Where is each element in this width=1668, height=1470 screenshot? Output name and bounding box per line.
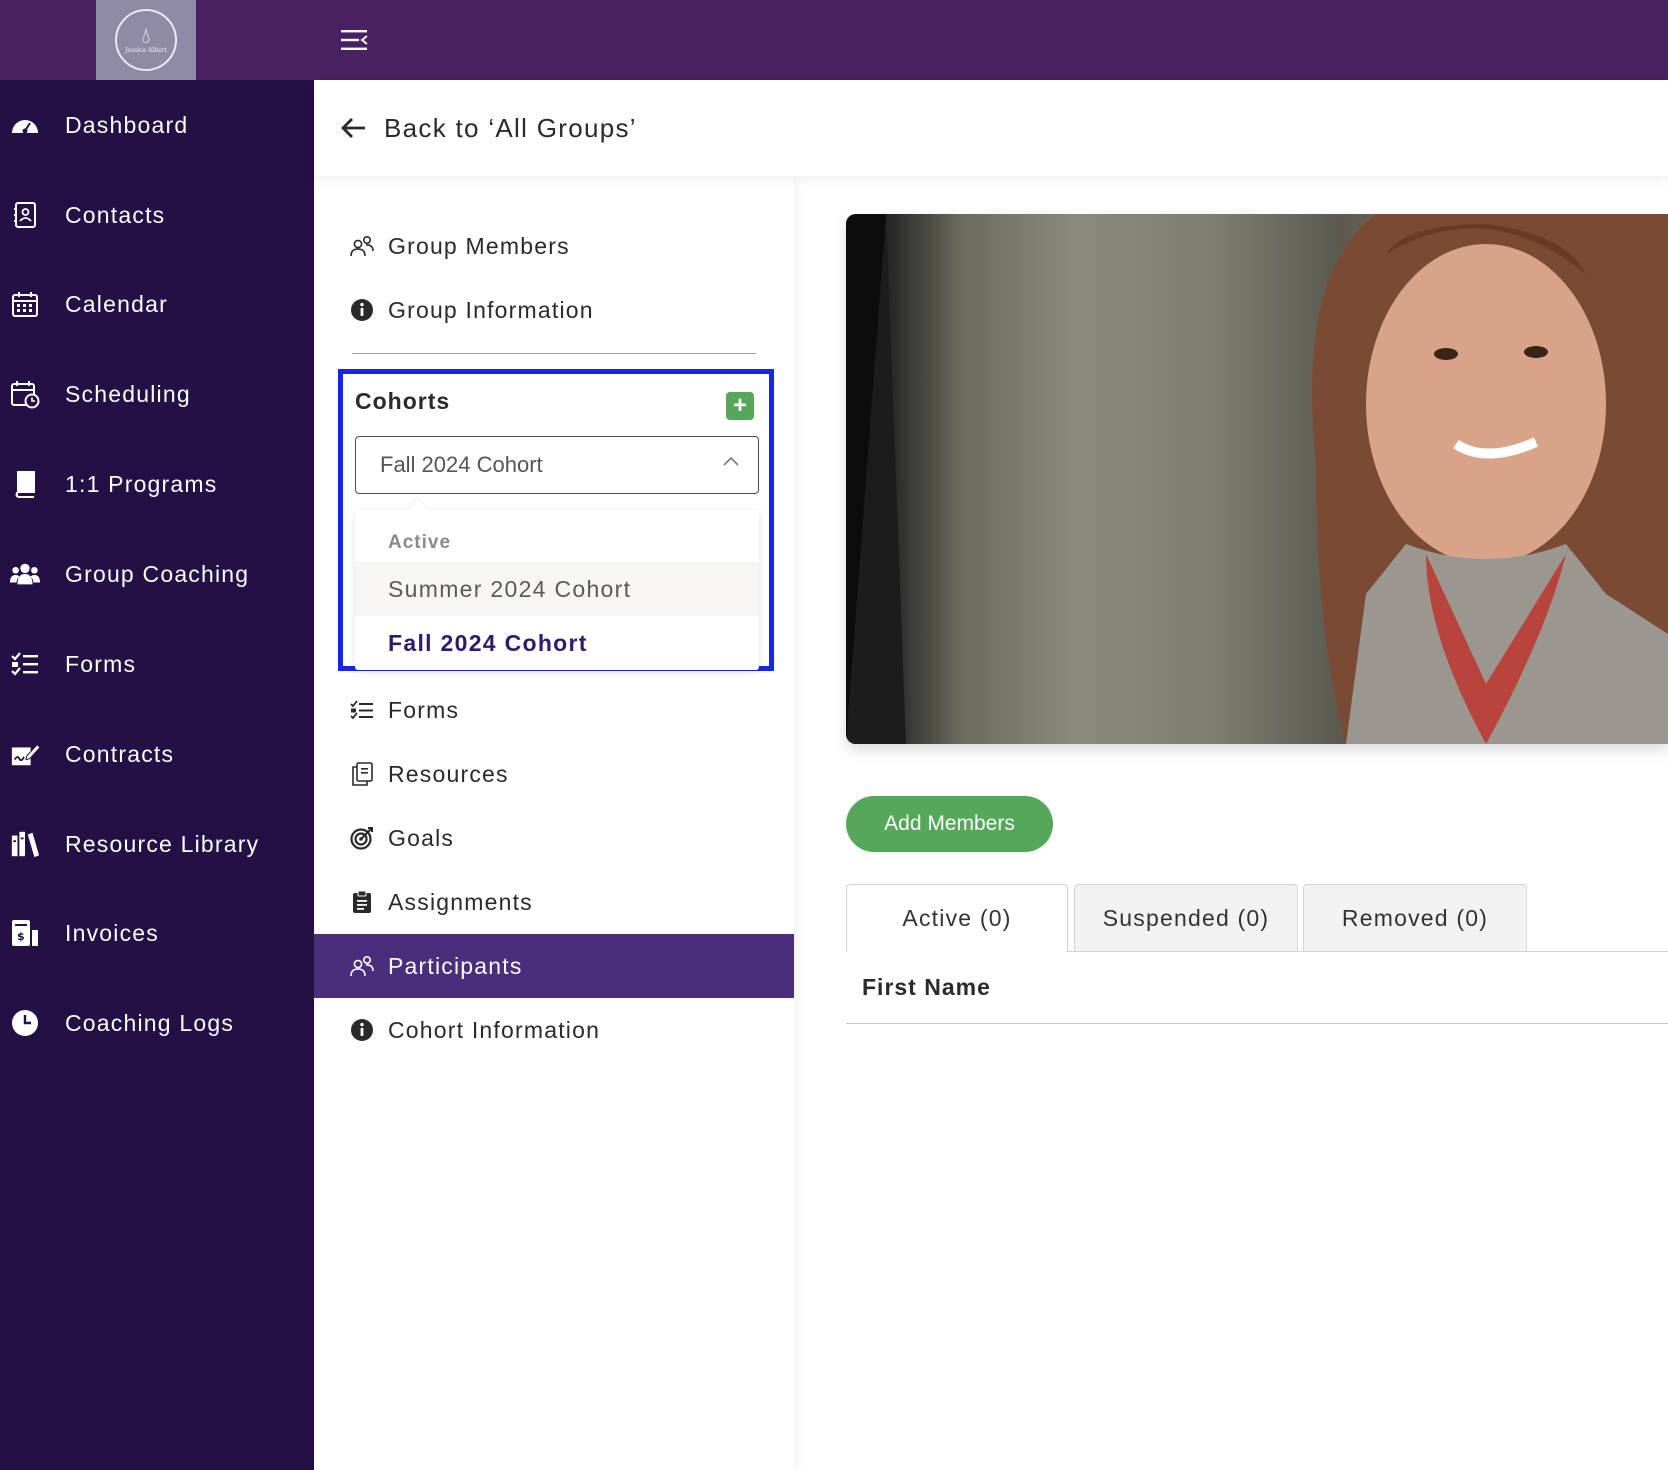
info-icon: [350, 1018, 374, 1042]
svg-text:$: $: [17, 930, 25, 943]
sidebar-item-label: Resource Library: [65, 830, 260, 857]
tab-suspended[interactable]: Suspended (0): [1074, 884, 1298, 952]
menu-item-goals[interactable]: Goals: [314, 806, 794, 870]
dashboard-icon: [10, 110, 40, 140]
cohorts-title: Cohorts: [355, 388, 451, 414]
option-label: Fall 2024 Cohort: [388, 629, 588, 656]
menu-item-label: Resources: [388, 760, 509, 787]
scheduling-icon: [10, 379, 40, 409]
brand-logo[interactable]: 💧︎ Jessica Albert: [96, 0, 196, 80]
tab-label: Suspended (0): [1102, 905, 1270, 931]
menu-collapse-button[interactable]: [338, 24, 370, 56]
forms-icon: [350, 698, 374, 722]
members-icon: [350, 954, 374, 978]
sidebar-item-calendar[interactable]: Calendar: [0, 274, 314, 334]
sidebar-item-label: Forms: [65, 650, 137, 677]
dropdown-group-label: Active: [388, 532, 452, 553]
contract-icon: [10, 739, 40, 769]
forms-icon: [10, 649, 40, 679]
sidebar-item-label: Group Coaching: [65, 560, 250, 587]
invoice-icon: $: [10, 918, 40, 948]
cohorts-section: Cohorts + Fall 2024 Cohort Active Summer…: [338, 369, 774, 671]
cohort-cover-image: [846, 214, 1668, 744]
sidebar-item-group-coaching[interactable]: Group Coaching: [0, 544, 314, 604]
target-icon: [350, 826, 374, 850]
menu-item-resources[interactable]: Resources: [314, 742, 794, 806]
sidebar-item-label: Dashboard: [65, 111, 189, 138]
clock-icon: [10, 1008, 40, 1038]
sidebar-item-label: Contracts: [65, 740, 175, 767]
sidebar-item-label: Scheduling: [65, 380, 191, 407]
sidebar-item-label: Calendar: [65, 290, 168, 317]
clipboard-icon: [350, 890, 374, 914]
back-to-groups-link[interactable]: Back to ‘All Groups’: [340, 104, 637, 152]
tab-removed[interactable]: Removed (0): [1303, 884, 1527, 952]
sidebar-item-label: Contacts: [65, 201, 166, 228]
library-icon: [10, 829, 40, 859]
sidebar-item-label: Invoices: [65, 919, 159, 946]
logo-text: Jessica Albert: [125, 47, 167, 54]
tab-label: Active (0): [902, 905, 1012, 931]
menu-item-label: Goals: [388, 824, 455, 851]
menu-item-label: Group Members: [388, 232, 570, 259]
sidebar-item-resource-library[interactable]: Resource Library: [0, 814, 314, 874]
plus-icon: +: [732, 392, 747, 419]
hamburger-icon: [341, 30, 368, 50]
cohort-dropdown-menu: Active Summer 2024 Cohort Fall 2024 Coho…: [355, 499, 759, 670]
calendar-icon: [10, 289, 40, 319]
dropdown-caret: [408, 499, 428, 519]
column-header-first-name[interactable]: First Name: [862, 974, 991, 1001]
sidebar-item-dashboard[interactable]: Dashboard: [0, 95, 314, 155]
menu-item-cohort-information[interactable]: Cohort Information: [314, 998, 794, 1062]
chevron-up-icon: [723, 456, 739, 466]
sidebar-item-scheduling[interactable]: Scheduling: [0, 364, 314, 424]
cohort-option-summer-2024[interactable]: Summer 2024 Cohort: [355, 562, 759, 616]
menu-item-label: Participants: [388, 952, 523, 979]
sidebar-item-coaching-logs[interactable]: Coaching Logs: [0, 993, 314, 1053]
menu-item-label: Assignments: [388, 888, 533, 915]
drop-icon: 💧︎: [141, 23, 151, 48]
menu-item-label: Group Information: [388, 296, 594, 323]
tab-label: Removed (0): [1341, 905, 1489, 931]
sidebar-item-label: 1:1 Programs: [65, 470, 218, 497]
arrow-left-icon: [341, 118, 365, 138]
sidebar-item-programs[interactable]: 1:1 Programs: [0, 454, 314, 514]
contacts-icon: [10, 200, 40, 230]
group-side-panel: Group Members Group Information Cohorts …: [314, 176, 794, 1470]
add-members-label: Add Members: [884, 812, 1015, 835]
info-icon: [350, 298, 374, 322]
cohort-option-fall-2024[interactable]: Fall 2024 Cohort: [355, 616, 759, 670]
panel-divider: [352, 353, 756, 354]
cover-photo: [846, 214, 1668, 744]
sidebar-item-contracts[interactable]: Contracts: [0, 724, 314, 784]
menu-item-group-members[interactable]: Group Members: [314, 214, 794, 278]
menu-item-label: Cohort Information: [388, 1016, 601, 1043]
menu-item-label: Forms: [388, 696, 460, 723]
page-header: Back to ‘All Groups’: [314, 80, 1668, 176]
option-label: Summer 2024 Cohort: [388, 575, 632, 602]
menu-item-assignments[interactable]: Assignments: [314, 870, 794, 934]
cohort-select-value: Fall 2024 Cohort: [380, 452, 543, 477]
members-icon: [350, 234, 374, 258]
sidebar-item-invoices[interactable]: $ Invoices: [0, 903, 314, 963]
top-bar: 💧︎ Jessica Albert: [0, 0, 1668, 80]
cohort-select[interactable]: Fall 2024 Cohort: [355, 436, 759, 494]
participants-table-header: First Name: [846, 952, 1668, 1024]
sidebar-item-forms[interactable]: Forms: [0, 634, 314, 694]
menu-item-group-information[interactable]: Group Information: [314, 278, 794, 342]
menu-item-forms[interactable]: Forms: [314, 678, 794, 742]
book-icon: [10, 469, 40, 499]
main-sidebar: Dashboard Contacts Calendar Scheduling 1…: [0, 80, 314, 1470]
back-link-label: Back to ‘All Groups’: [384, 112, 637, 143]
sidebar-item-contacts[interactable]: Contacts: [0, 185, 314, 245]
add-members-button[interactable]: Add Members: [846, 796, 1053, 852]
tab-active[interactable]: Active (0): [846, 884, 1068, 952]
logo-emblem: 💧︎ Jessica Albert: [115, 9, 177, 71]
resources-icon: [350, 762, 374, 786]
menu-item-participants[interactable]: Participants: [314, 934, 794, 998]
sidebar-item-label: Coaching Logs: [65, 1009, 235, 1036]
add-cohort-button[interactable]: +: [726, 392, 754, 420]
users-icon: [10, 559, 40, 589]
